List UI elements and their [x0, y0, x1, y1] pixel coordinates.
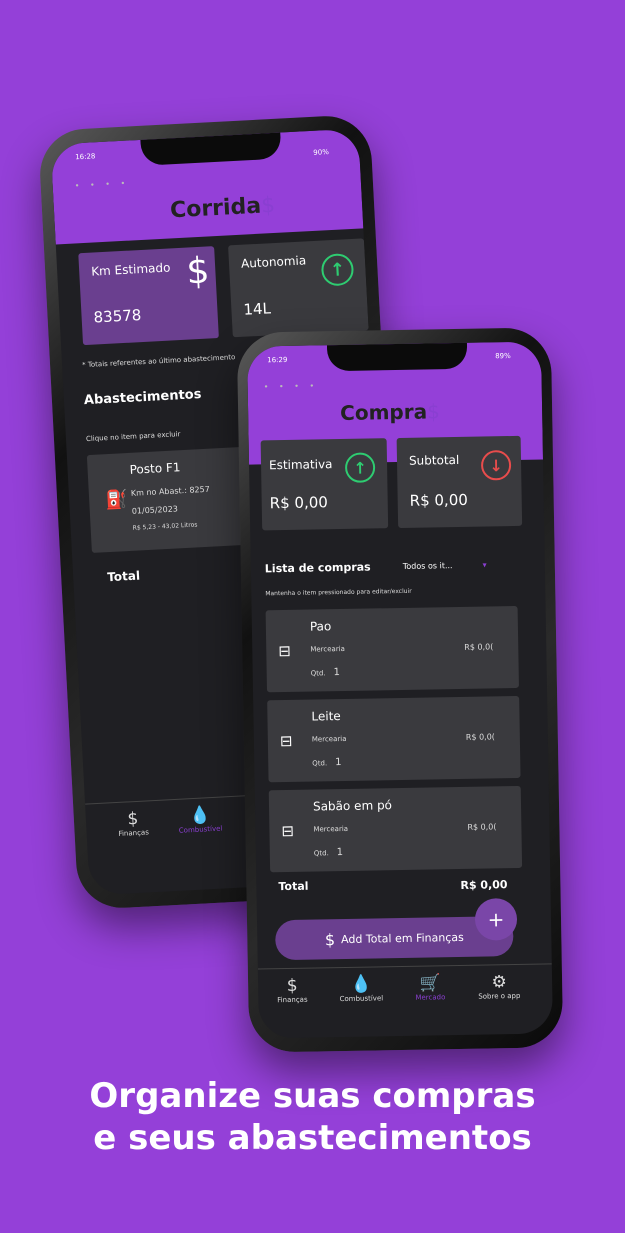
- card-km-value: 83578: [93, 306, 142, 327]
- entry-price: R$ 5,23 - 43,02 Litros: [132, 521, 198, 532]
- tab-label: Mercado: [415, 993, 446, 1002]
- entry-km: Km no Abast.: 8257: [130, 484, 211, 498]
- add-total-label: Add Total em Finanças: [340, 930, 464, 946]
- fuel-icon: ⛽: [104, 489, 129, 512]
- item-category: Mercearia: [313, 824, 349, 834]
- card-autonomia: Autonomia ↑ 14L: [228, 238, 369, 338]
- total-label: Total: [278, 879, 309, 894]
- tab-financas[interactable]: $ Finanças: [107, 808, 158, 839]
- list-title: Lista de compras: [264, 560, 371, 576]
- arrow-up-circle-icon: ↑: [320, 252, 355, 287]
- item-name: Leite: [311, 709, 341, 724]
- tab-label: Combustível: [339, 994, 384, 1004]
- item-qty: 1: [335, 757, 342, 769]
- card-km-estimado: Km Estimado $ 83578: [78, 246, 219, 346]
- tab-financas[interactable]: $ Finanças: [264, 975, 320, 1004]
- card-estimativa-label: Estimativa: [268, 457, 333, 473]
- item-name: Sabão em pó: [312, 798, 393, 814]
- item-qty: 1: [333, 667, 341, 679]
- card-subtotal: Subtotal ↓ R$ 0,00: [396, 435, 523, 529]
- item-price: R$ 0,0(: [464, 642, 494, 652]
- status-battery: 89%: [495, 352, 511, 361]
- status-time: 16:28: [75, 152, 96, 162]
- item-qty: 1: [336, 847, 344, 859]
- item-price: R$ 0,0(: [465, 732, 495, 742]
- card-autonomia-value: 14L: [242, 299, 272, 319]
- tab-combustivel[interactable]: 💧 Combustível: [328, 974, 394, 1004]
- bag-icon: ⊟: [279, 731, 293, 751]
- item-price: R$ 0,0(: [467, 822, 497, 832]
- notch: [326, 342, 468, 372]
- tab-mercado[interactable]: 🛒 Mercado: [402, 973, 458, 1002]
- section-title: Abastecimentos: [83, 387, 202, 409]
- total-value: R$ 0,00: [460, 878, 508, 892]
- list-item[interactable]: ⊟ Leite Mercearia Qtd. 1 R$ 0,0(: [267, 695, 521, 783]
- item-qty-label: Qtd.: [312, 759, 328, 768]
- divider: [257, 963, 552, 970]
- tab-combustivel[interactable]: 💧 Combustível: [169, 804, 230, 835]
- list-item[interactable]: ⊟ Pao Mercearia Qtd. 1 R$ 0,0(: [265, 605, 519, 693]
- bag-icon: ⊟: [281, 821, 295, 841]
- status-time: 16:29: [267, 355, 288, 365]
- entry-title: Posto F1: [129, 460, 181, 477]
- tab-label: Combustível: [178, 824, 223, 835]
- filter-value: Todos os it...: [402, 561, 453, 571]
- entry-date: 01/05/2023: [131, 504, 179, 516]
- card-estimativa-value: R$ 0,00: [269, 493, 329, 513]
- card-estimativa: Estimativa ↑ R$ 0,00: [260, 438, 389, 531]
- front-phone: 16:29 89% • • • • Compra$ Estimativa ↑ R…: [236, 327, 564, 1053]
- chevron-down-icon: ▾: [482, 560, 487, 570]
- front-phone-screen: 16:29 89% • • • • Compra$ Estimativa ↑ R…: [246, 341, 554, 1039]
- section-hint: Clique no item para excluir: [85, 430, 181, 444]
- item-name: Pao: [309, 619, 332, 634]
- totals-note: * Totais referentes ao último abastecime…: [81, 353, 236, 370]
- card-subtotal-value: R$ 0,00: [409, 490, 468, 510]
- item-category: Mercearia: [311, 734, 347, 744]
- card-km-label: Km Estimado: [90, 260, 171, 279]
- caption-line-1: Organize suas compras: [89, 1076, 536, 1116]
- item-qty-label: Qtd.: [310, 669, 326, 678]
- arrow-down-circle-icon: ↓: [480, 450, 512, 481]
- dollar-icon: $: [324, 929, 336, 949]
- menu-dots-icon[interactable]: • • • •: [264, 381, 319, 391]
- status-battery: 90%: [313, 148, 330, 157]
- cart-icon: 🛒: [419, 973, 441, 994]
- tab-label: Finanças: [118, 828, 150, 838]
- bag-icon: ⊟: [278, 641, 292, 661]
- card-autonomia-label: Autonomia: [240, 253, 307, 271]
- arrow-up-circle-icon: ↑: [344, 452, 376, 483]
- list-item[interactable]: ⊟ Sabão em pó Mercearia Qtd. 1 R$ 0,0(: [268, 785, 523, 873]
- dollar-icon: $: [286, 975, 298, 997]
- brand-title: Compra$: [339, 399, 441, 426]
- tab-label: Sobre o app: [478, 991, 521, 1001]
- card-subtotal-label: Subtotal: [408, 452, 460, 468]
- tab-sobre[interactable]: ⚙ Sobre o app: [466, 972, 532, 1001]
- item-qty-label: Qtd.: [313, 849, 329, 858]
- total-label: Total: [106, 568, 141, 585]
- filter-select[interactable]: Todos os it... ▾: [403, 560, 487, 570]
- list-hint: Mantenha o item pressionado para editar/…: [265, 587, 412, 598]
- item-category: Mercearia: [310, 644, 345, 654]
- gear-icon: ⚙: [491, 972, 507, 993]
- caption-line-2: e seus abastecimentos: [93, 1118, 532, 1158]
- dollar-icon: $: [185, 250, 211, 293]
- tab-label: Finanças: [277, 995, 308, 1005]
- dollar-icon: $: [127, 808, 139, 830]
- droplet-icon: 💧: [350, 974, 372, 995]
